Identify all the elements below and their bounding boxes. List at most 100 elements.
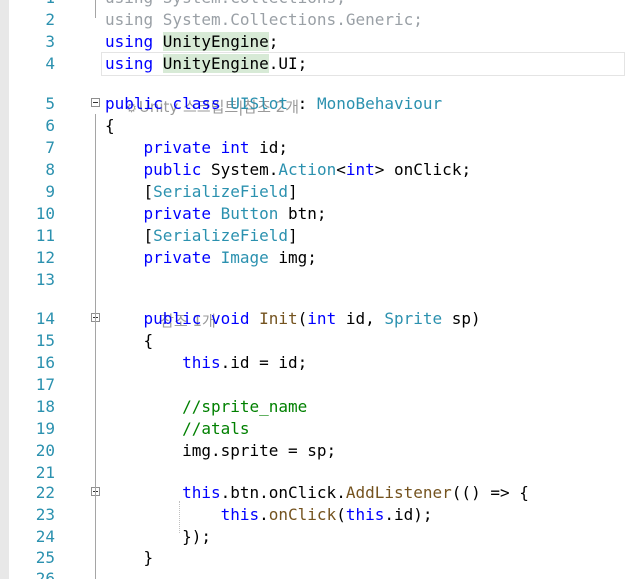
code-token: : (288, 94, 317, 113)
code-text[interactable]: { (105, 330, 154, 352)
line-number: 7 (45, 138, 55, 157)
code-token: Action (278, 160, 337, 179)
code-text[interactable]: private Button btn; (105, 203, 327, 225)
code-line[interactable]: 26 (0, 568, 625, 579)
code-token: > onClick; (374, 160, 472, 179)
line-number: 22 (35, 483, 55, 502)
code-text[interactable]: //sprite_name (105, 396, 307, 418)
code-line[interactable]: 18 //sprite_name (0, 396, 625, 418)
line-number: 25 (35, 548, 55, 567)
line-number: 19 (35, 419, 55, 438)
code-token: btn; (278, 204, 327, 223)
code-text[interactable]: { (105, 115, 115, 137)
code-line[interactable]: 3 using UnityEngine; (0, 31, 625, 53)
code-text[interactable]: public class UISlot : MonoBehaviour (105, 93, 442, 115)
code-token: .UI; (268, 54, 308, 73)
line-number: 2 (45, 10, 55, 29)
code-text[interactable]: private Image img; (105, 247, 317, 269)
code-line[interactable]: 4 using UnityEngine.UI; (0, 53, 625, 75)
code-token: { (105, 116, 115, 135)
code-line[interactable]: 14 public void Init(int id, Sprite sp) (0, 308, 625, 330)
code-text[interactable]: this.btn.onClick.AddListener(() => { (105, 482, 529, 504)
code-line[interactable]: 6 { (0, 115, 625, 137)
code-text[interactable]: this.onClick(this.id); (105, 504, 433, 526)
code-token: MonoBehaviour (316, 94, 443, 113)
code-line[interactable]: 9 [SerializeField] (0, 181, 625, 203)
code-line[interactable]: 15 { (0, 330, 625, 352)
code-line[interactable]: 11 [SerializeField] (0, 225, 625, 247)
code-token: private (105, 248, 221, 267)
code-line[interactable]: 20 img.sprite = sp; (0, 440, 625, 462)
code-text[interactable]: using System.Collections.Generic; (105, 9, 423, 31)
code-line[interactable]: 25 } (0, 547, 625, 569)
code-text[interactable]: [SerializeField] (105, 181, 298, 203)
code-line[interactable]: 12 private Image img; (0, 247, 625, 269)
code-line[interactable]: 19 //atals (0, 418, 625, 440)
code-text[interactable]: this.id = id; (105, 352, 307, 374)
code-token: UISlot (230, 94, 289, 113)
code-token: (() => { (451, 483, 529, 502)
code-text[interactable]: using System.Collections; (105, 0, 346, 9)
code-token: Image (220, 248, 269, 267)
code-token: int (345, 160, 375, 179)
line-number: 1 (12, 0, 55, 9)
code-token: [ (105, 182, 154, 201)
code-text[interactable]: private int id; (105, 137, 289, 159)
code-token: ; (268, 32, 279, 51)
code-text[interactable]: img.sprite = sp; (105, 440, 336, 462)
code-token: [ (105, 226, 154, 245)
line-number: 8 (45, 160, 55, 179)
code-line[interactable]: 16 this.id = id; (0, 352, 625, 374)
code-token: onClick (268, 505, 337, 524)
code-line[interactable]: 5 public class UISlot : MonoBehaviour (0, 93, 625, 115)
code-token: ( (297, 309, 308, 328)
outline-guide (95, 0, 96, 18)
code-line[interactable]: 7 private int id; (0, 137, 625, 159)
code-token: ] (288, 182, 298, 201)
code-token: { (105, 331, 154, 350)
code-text[interactable]: } (105, 547, 154, 569)
code-token: . (259, 505, 269, 524)
code-line[interactable]: 10 private Button btn; (0, 203, 625, 225)
code-token: //sprite_name (105, 397, 308, 416)
code-line[interactable]: 8 public System.Action<int> onClick; (0, 159, 625, 181)
code-line[interactable]: 1 using System.Collections; (0, 0, 625, 9)
code-line[interactable]: 17 (0, 374, 625, 396)
code-token: } (105, 548, 154, 567)
line-number: 20 (35, 441, 55, 460)
line-number: 14 (35, 309, 55, 328)
code-token: this (105, 483, 221, 502)
code-line[interactable]: 24 }); (0, 526, 625, 548)
code-text[interactable]: [SerializeField] (105, 225, 298, 247)
code-line[interactable]: 22 this.btn.onClick.AddListener(() => { (0, 482, 625, 504)
line-number: 24 (35, 527, 55, 546)
code-token: img; (268, 248, 317, 267)
code-text[interactable]: using UnityEngine; (105, 31, 278, 53)
code-token: id; (259, 138, 289, 157)
code-token: this (105, 505, 260, 524)
code-line[interactable]: 13 (0, 269, 625, 291)
code-editor[interactable]: 1 using System.Collections; 2 using Syst… (0, 0, 625, 579)
code-token: ( (336, 505, 346, 524)
code-text[interactable]: //atals (105, 418, 249, 440)
code-token: .id = id; (220, 353, 308, 372)
code-text[interactable]: }); (105, 526, 211, 548)
line-number: 12 (35, 248, 55, 267)
code-token: public class (105, 94, 231, 113)
code-text[interactable]: using UnityEngine.UI; (105, 53, 307, 75)
code-token: SerializeField (153, 226, 289, 245)
code-token: this (105, 353, 221, 372)
collapse-toggle-icon[interactable] (91, 98, 100, 107)
code-token: using (105, 54, 163, 73)
line-number: 5 (45, 94, 55, 113)
line-number: 17 (35, 375, 55, 394)
code-text[interactable]: public System.Action<int> onClick; (105, 159, 472, 181)
code-line[interactable]: 2 using System.Collections.Generic; (0, 9, 625, 31)
code-line[interactable]: 21 (0, 462, 625, 484)
code-text[interactable]: public void Init(int id, Sprite sp) (105, 308, 481, 330)
line-number: 11 (35, 226, 55, 245)
code-line[interactable]: 23 this.onClick(this.id); (0, 504, 625, 526)
line-number: 16 (35, 353, 55, 372)
line-number: 4 (45, 54, 55, 73)
line-number: 13 (35, 270, 55, 289)
